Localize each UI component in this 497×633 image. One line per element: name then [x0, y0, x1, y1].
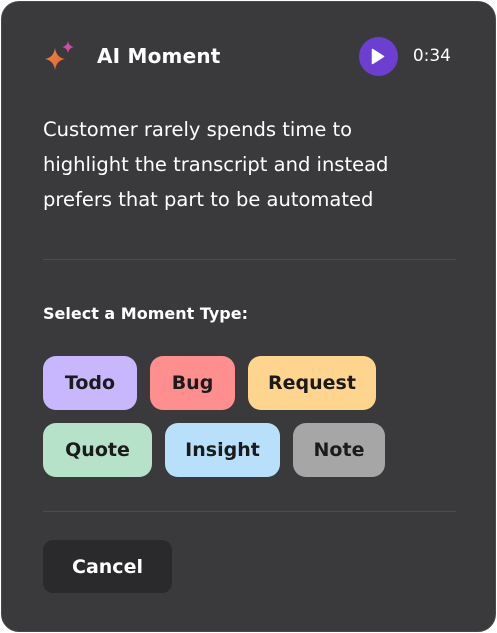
duration-label: 0:34 [412, 46, 451, 66]
chip-label: Quote [65, 439, 130, 461]
cancel-button[interactable]: Cancel [43, 540, 172, 593]
card-title: AI Moment [97, 44, 221, 68]
chip-label: Todo [64, 372, 116, 394]
card-header: AI Moment 0:34 [43, 36, 451, 76]
chip-label: Request [268, 372, 356, 394]
moment-type-label: Select a Moment Type: [43, 304, 248, 323]
moment-description: Customer rarely spends time to highlight… [43, 118, 389, 211]
ai-moment-card: AI Moment 0:34 Customer rarely spends ti… [1, 1, 496, 632]
moment-type-note[interactable]: Note [293, 423, 385, 477]
divider [43, 259, 456, 260]
divider [43, 511, 456, 512]
moment-type-quote[interactable]: Quote [43, 423, 152, 477]
moment-type-todo[interactable]: Todo [43, 356, 137, 410]
sparkle-icon [45, 41, 74, 70]
play-icon [372, 48, 385, 64]
chip-label: Insight [185, 439, 260, 461]
moment-type-request[interactable]: Request [248, 356, 376, 410]
moment-type-bug[interactable]: Bug [150, 356, 235, 410]
chip-label: Note [313, 439, 365, 461]
chip-label: Bug [171, 372, 214, 394]
moment-type-insight[interactable]: Insight [165, 423, 280, 477]
play-button[interactable] [358, 36, 398, 76]
